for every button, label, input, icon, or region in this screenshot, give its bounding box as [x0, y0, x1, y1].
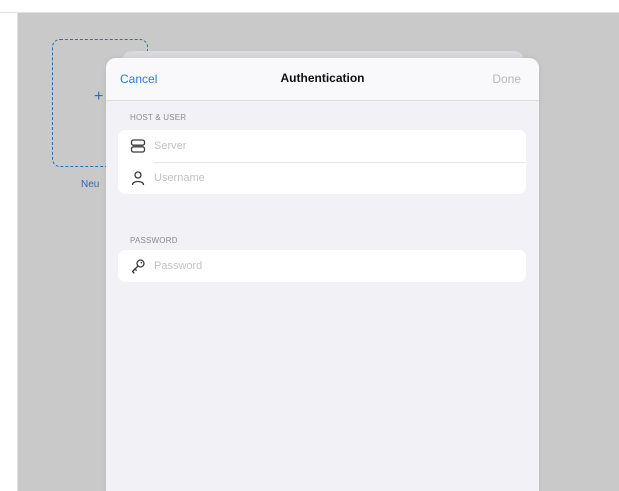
sheet-navbar: Cancel Authentication Done	[106, 58, 539, 101]
password-section-header: PASSWORD	[130, 236, 178, 245]
host-user-section-header: HOST & USER	[130, 113, 187, 122]
server-input[interactable]	[154, 136, 514, 156]
password-row	[118, 250, 526, 282]
password-group	[118, 250, 526, 282]
app-background: + Neu Cancel Authentication Done HOST & …	[18, 13, 619, 491]
host-user-group	[118, 130, 526, 194]
new-connection-label[interactable]: Neu	[81, 179, 99, 190]
server-row	[118, 130, 526, 162]
plus-icon: +	[94, 88, 104, 105]
key-icon	[130, 258, 146, 274]
done-button[interactable]: Done	[492, 72, 521, 86]
server-icon	[130, 138, 146, 154]
authentication-sheet: Cancel Authentication Done HOST & USER S…	[106, 58, 539, 491]
person-icon	[130, 170, 146, 186]
username-input[interactable]	[154, 168, 514, 188]
username-row	[118, 162, 526, 194]
password-input[interactable]	[154, 256, 514, 276]
sheet-title: Authentication	[280, 71, 365, 85]
